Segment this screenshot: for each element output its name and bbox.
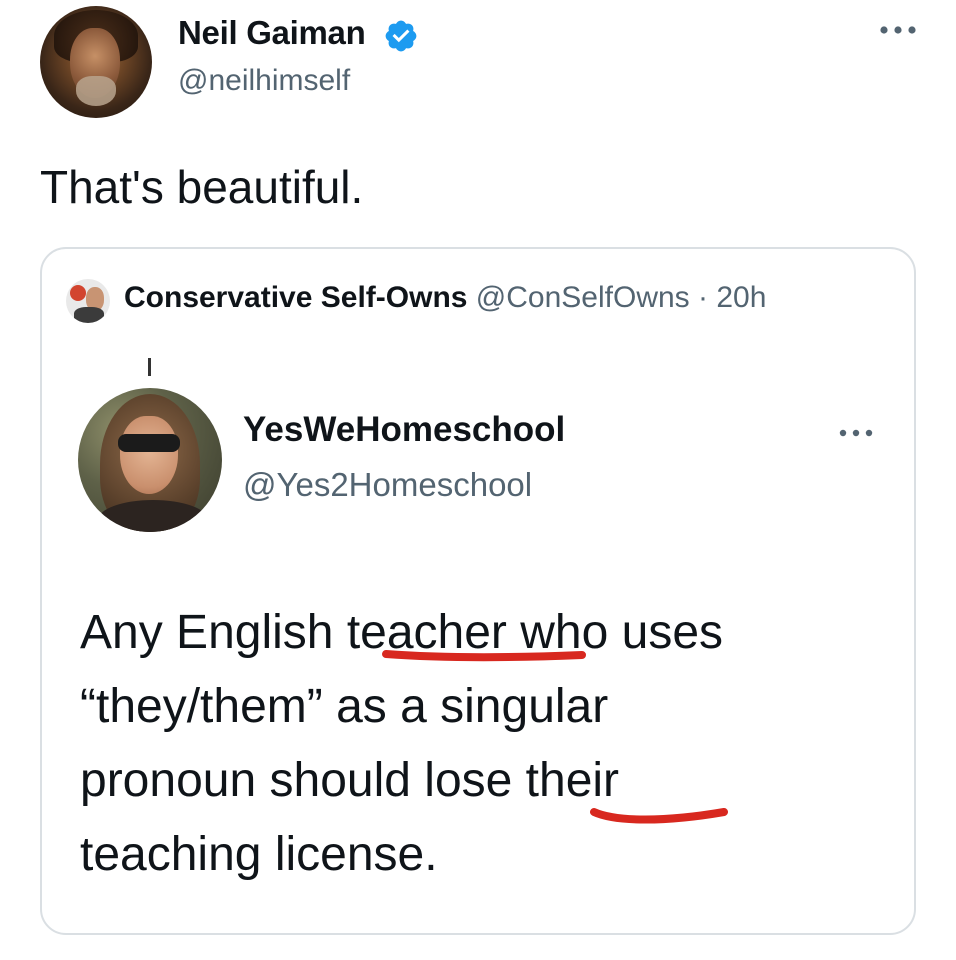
inner-tweet-line: teaching license. — [80, 828, 438, 881]
more-horizontal-icon — [839, 429, 873, 437]
inner-author-name: YesWeHomeschool — [243, 410, 566, 449]
inner-author-handle: @Yes2Homeschool — [243, 466, 533, 503]
author-avatar[interactable] — [40, 6, 152, 118]
tweet-text: That's beautiful. — [40, 161, 364, 213]
avatar-shape — [70, 285, 86, 301]
quoted-tweet-time[interactable]: 20h — [716, 281, 766, 314]
inner-tweet-line: Any English teacher who uses — [80, 606, 724, 659]
inner-tweet-text: Any English teacher who uses “they/them”… — [80, 596, 880, 892]
inner-tweet-line: “they/them” as a singular — [80, 680, 609, 733]
author-handle[interactable]: @neilhimself — [178, 64, 350, 98]
inner-tweet-line: pronoun should lose their — [80, 754, 620, 807]
verified-badge-icon — [385, 20, 417, 52]
quoted-author-handle[interactable]: @ConSelfOwns — [476, 281, 690, 314]
quoted-tweet-header: Conservative Self-Owns @ConSelfOwns · 20… — [124, 281, 766, 315]
quoted-author-name[interactable]: Conservative Self-Owns — [124, 281, 467, 314]
avatar-face — [120, 416, 178, 494]
more-horizontal-icon[interactable] — [878, 20, 918, 40]
author-display-name[interactable]: Neil Gaiman — [178, 14, 366, 52]
inner-author-avatar — [78, 388, 222, 532]
avatar-beard — [76, 76, 116, 106]
thread-line — [148, 358, 151, 376]
quoted-author-avatar[interactable] — [66, 279, 110, 323]
header-separator: · — [689, 281, 717, 314]
avatar-body — [98, 500, 208, 532]
avatar-shape — [74, 307, 104, 323]
avatar-sunglasses — [118, 434, 180, 452]
